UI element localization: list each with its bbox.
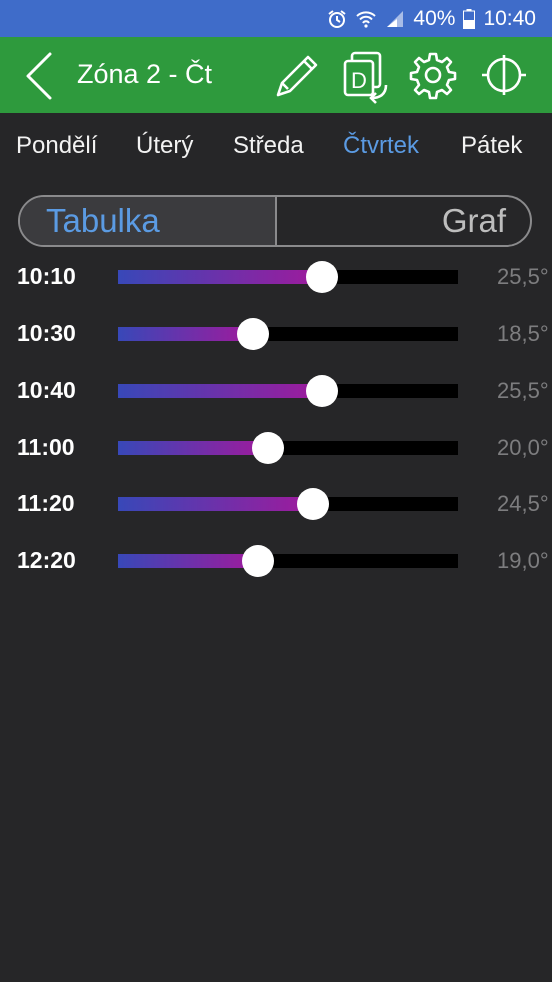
slider-thumb[interactable]: [251, 432, 284, 464]
temperature-slider[interactable]: [118, 375, 458, 407]
row-temperature: 25,5°: [497, 378, 549, 403]
slider-fill: [118, 497, 314, 511]
gear-icon[interactable]: [407, 49, 459, 101]
alarm-icon: [327, 9, 347, 29]
tab-thursday[interactable]: Čtvrtek: [343, 132, 419, 160]
schedule-row: 10:10 25,5°: [0, 257, 552, 297]
table-view-button[interactable]: Tabulka: [20, 197, 277, 245]
row-temperature: 18,5°: [497, 321, 549, 346]
slider-thumb[interactable]: [306, 261, 338, 293]
slider-fill: [118, 554, 259, 568]
slider-fill: [118, 384, 322, 398]
temperature-slider[interactable]: [118, 545, 458, 577]
battery-icon: [463, 8, 476, 29]
slider-thumb[interactable]: [297, 488, 330, 520]
row-time[interactable]: 10:10: [17, 263, 76, 290]
copy-icon-letter: D: [351, 68, 367, 93]
signal-icon: [385, 9, 405, 29]
slider-thumb[interactable]: [236, 318, 269, 350]
status-bar: 40% 10:40: [0, 0, 552, 37]
temperature-slider[interactable]: [118, 432, 458, 464]
row-time[interactable]: 12:20: [17, 547, 76, 574]
back-arrow-icon[interactable]: [22, 51, 58, 101]
graph-view-button[interactable]: Graf: [277, 197, 530, 245]
temperature-slider[interactable]: [118, 488, 458, 520]
tab-wednesday[interactable]: Středa: [233, 132, 304, 160]
row-temperature: 19,0°: [497, 548, 549, 573]
tab-friday[interactable]: Pátek: [461, 132, 522, 160]
status-time: 10:40: [483, 6, 536, 30]
row-time[interactable]: 11:00: [17, 434, 75, 461]
schedule-row: 10:40 25,5°: [0, 371, 552, 411]
schedule-row: 11:00 20,0°: [0, 428, 552, 468]
day-tabs: Pondělí Úterý Středa Čtvrtek Pátek: [0, 128, 552, 168]
power-icon[interactable]: [478, 49, 530, 101]
view-toggle: Tabulka Graf: [18, 195, 532, 247]
temperature-slider[interactable]: [118, 318, 458, 350]
slider-fill: [118, 270, 322, 284]
pencil-icon[interactable]: [270, 49, 322, 101]
row-time[interactable]: 11:20: [17, 490, 75, 517]
slider-fill: [118, 441, 268, 455]
tab-monday[interactable]: Pondělí: [16, 132, 97, 160]
battery-percent: 40%: [413, 6, 456, 30]
row-temperature: 24,5°: [497, 491, 549, 516]
temperature-slider[interactable]: [118, 261, 458, 293]
tab-tuesday[interactable]: Úterý: [136, 132, 193, 160]
slider-fill: [118, 327, 253, 341]
slider-thumb[interactable]: [306, 375, 338, 407]
schedule-row: 10:30 18,5°: [0, 314, 552, 354]
row-time[interactable]: 10:30: [17, 320, 76, 347]
schedule-row: 12:20 19,0°: [0, 541, 552, 581]
wifi-icon: [355, 9, 377, 29]
schedule-row: 11:20 24,5°: [0, 484, 552, 524]
row-temperature: 20,0°: [497, 435, 549, 460]
zone-title: Zóna 2 - Čt: [77, 59, 213, 89]
slider-thumb[interactable]: [242, 545, 275, 577]
row-temperature: 25,5°: [497, 264, 549, 289]
copy-day-icon[interactable]: D: [340, 49, 392, 104]
app-bar: Zóna 2 - Čt D: [0, 37, 552, 113]
row-time[interactable]: 10:40: [17, 377, 76, 404]
